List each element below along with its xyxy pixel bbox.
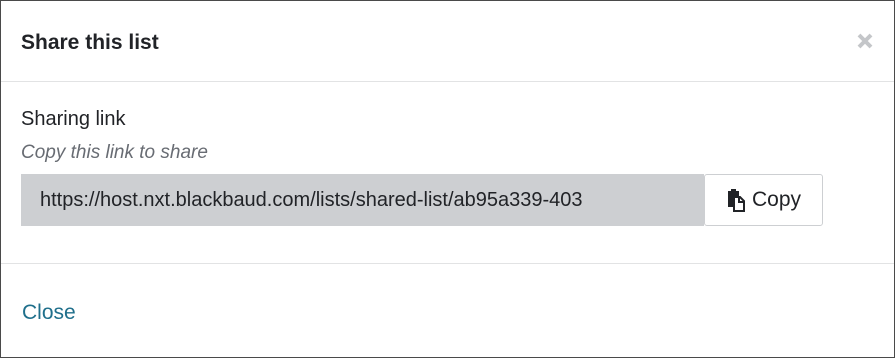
- sharing-link-hint: Copy this link to share: [21, 142, 208, 163]
- clipboard-icon: [726, 188, 746, 212]
- close-link[interactable]: Close: [22, 300, 76, 326]
- share-dialog: Share this list Sharing link Copy this l…: [0, 0, 895, 358]
- copy-button[interactable]: Copy: [704, 174, 823, 226]
- close-icon[interactable]: [856, 32, 874, 50]
- dialog-header: Share this list: [1, 1, 894, 82]
- sharing-link-label: Sharing link: [21, 108, 126, 130]
- dialog-title: Share this list: [21, 31, 159, 54]
- sharing-link-field[interactable]: [21, 174, 704, 226]
- copy-button-label: Copy: [751, 188, 802, 211]
- dialog-body: Sharing link Copy this link to share Cop…: [1, 82, 894, 264]
- dialog-footer: Close: [1, 264, 894, 357]
